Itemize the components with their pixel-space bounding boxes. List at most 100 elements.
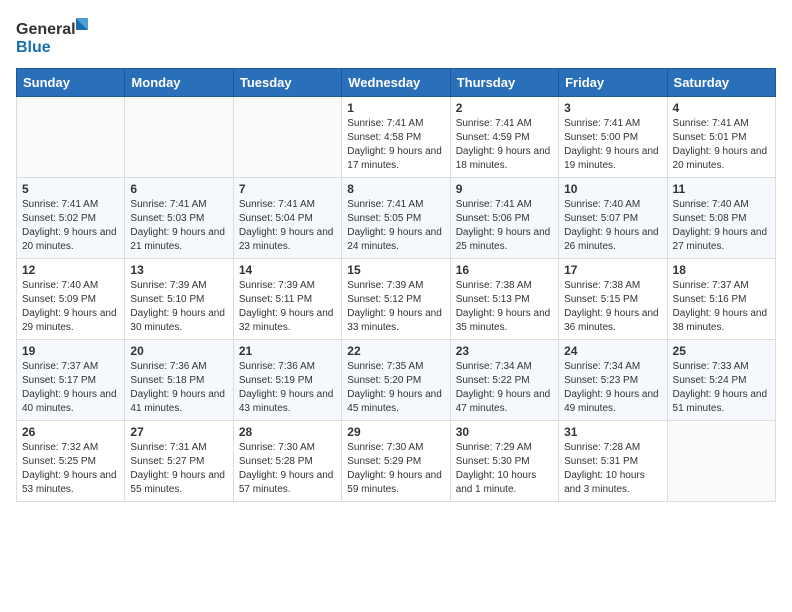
day-number: 27 [130,425,227,439]
day-number: 5 [22,182,119,196]
day-number: 9 [456,182,553,196]
day-info: Sunrise: 7:41 AMSunset: 5:06 PMDaylight:… [456,198,553,254]
calendar-cell [667,421,775,502]
day-number: 12 [22,263,119,277]
day-info: Sunrise: 7:41 AMSunset: 5:05 PMDaylight:… [347,198,444,254]
calendar-table: SundayMondayTuesdayWednesdayThursdayFrid… [16,68,776,502]
day-info: Sunrise: 7:41 AMSunset: 5:00 PMDaylight:… [564,117,661,173]
logo-icon: GeneralBlue [16,16,96,56]
day-info: Sunrise: 7:32 AMSunset: 5:25 PMDaylight:… [22,441,119,497]
day-info: Sunrise: 7:37 AMSunset: 5:16 PMDaylight:… [673,279,770,335]
calendar-week-5: 26 Sunrise: 7:32 AMSunset: 5:25 PMDayligh… [17,421,776,502]
calendar-cell: 19 Sunrise: 7:37 AMSunset: 5:17 PMDayligh… [17,340,125,421]
day-number: 11 [673,182,770,196]
calendar-cell: 25Sunrise: 7:33 AMSunset: 5:24 PMDayligh… [667,340,775,421]
day-number: 17 [564,263,661,277]
calendar-cell [233,97,341,178]
weekday-header-sunday: Sunday [17,69,125,97]
day-number: 23 [456,344,553,358]
svg-text:General: General [16,21,76,38]
weekday-header-tuesday: Tuesday [233,69,341,97]
weekday-header-row: SundayMondayTuesdayWednesdayThursdayFrid… [17,69,776,97]
day-number: 30 [456,425,553,439]
calendar-cell: 29 Sunrise: 7:30 AMSunset: 5:29 PMDayligh… [342,421,450,502]
calendar-cell: 2 Sunrise: 7:41 AMSunset: 4:59 PMDaylight… [450,97,558,178]
day-number: 16 [456,263,553,277]
day-number: 10 [564,182,661,196]
day-info: Sunrise: 7:37 AMSunset: 5:17 PMDaylight:… [22,360,119,416]
svg-text:Blue: Blue [16,39,51,56]
day-info: Sunrise: 7:41 AMSunset: 5:04 PMDaylight:… [239,198,336,254]
logo: GeneralBlue [16,16,96,56]
calendar-cell: 5 Sunrise: 7:41 AMSunset: 5:02 PMDaylight… [17,178,125,259]
day-info: Sunrise: 7:38 AMSunset: 5:13 PMDaylight:… [456,279,553,335]
day-number: 18 [673,263,770,277]
calendar-week-4: 19 Sunrise: 7:37 AMSunset: 5:17 PMDayligh… [17,340,776,421]
day-info: Sunrise: 7:41 AMSunset: 5:02 PMDaylight:… [22,198,119,254]
day-number: 24 [564,344,661,358]
calendar-cell [125,97,233,178]
calendar-cell [17,97,125,178]
calendar-cell: 20 Sunrise: 7:36 AMSunset: 5:18 PMDayligh… [125,340,233,421]
day-info: Sunrise: 7:34 AMSunset: 5:23 PMDaylight:… [564,360,661,416]
day-info: Sunrise: 7:38 AMSunset: 5:15 PMDaylight:… [564,279,661,335]
calendar-cell: 8 Sunrise: 7:41 AMSunset: 5:05 PMDaylight… [342,178,450,259]
day-info: Sunrise: 7:30 AMSunset: 5:29 PMDaylight:… [347,441,444,497]
calendar-cell: 11 Sunrise: 7:40 AMSunset: 5:08 PMDayligh… [667,178,775,259]
day-number: 4 [673,101,770,115]
calendar-cell: 22 Sunrise: 7:35 AMSunset: 5:20 PMDayligh… [342,340,450,421]
day-info: Sunrise: 7:41 AMSunset: 4:58 PMDaylight:… [347,117,444,173]
calendar-cell: 27 Sunrise: 7:31 AMSunset: 5:27 PMDayligh… [125,421,233,502]
day-info: Sunrise: 7:39 AMSunset: 5:10 PMDaylight:… [130,279,227,335]
day-number: 13 [130,263,227,277]
calendar-week-3: 12Sunrise: 7:40 AMSunset: 5:09 PMDayligh… [17,259,776,340]
day-number: 6 [130,182,227,196]
day-info: Sunrise: 7:41 AMSunset: 4:59 PMDaylight:… [456,117,553,173]
day-number: 1 [347,101,444,115]
calendar-cell: 18 Sunrise: 7:37 AMSunset: 5:16 PMDayligh… [667,259,775,340]
day-info: Sunrise: 7:39 AMSunset: 5:11 PMDaylight:… [239,279,336,335]
calendar-cell: 17 Sunrise: 7:38 AMSunset: 5:15 PMDayligh… [559,259,667,340]
day-number: 21 [239,344,336,358]
calendar-cell: 15Sunrise: 7:39 AMSunset: 5:12 PMDayligh… [342,259,450,340]
day-number: 29 [347,425,444,439]
calendar-cell: 12Sunrise: 7:40 AMSunset: 5:09 PMDayligh… [17,259,125,340]
calendar-cell: 21 Sunrise: 7:36 AMSunset: 5:19 PMDayligh… [233,340,341,421]
calendar-cell: 4 Sunrise: 7:41 AMSunset: 5:01 PMDaylight… [667,97,775,178]
day-number: 31 [564,425,661,439]
day-number: 8 [347,182,444,196]
day-info: Sunrise: 7:33 AMSunset: 5:24 PMDaylight:… [673,360,770,416]
day-number: 26 [22,425,119,439]
day-number: 14 [239,263,336,277]
day-number: 7 [239,182,336,196]
calendar-cell: 1 Sunrise: 7:41 AMSunset: 4:58 PMDaylight… [342,97,450,178]
page: GeneralBlue SundayMondayTuesdayWednesday… [0,0,792,518]
day-info: Sunrise: 7:30 AMSunset: 5:28 PMDaylight:… [239,441,336,497]
day-number: 28 [239,425,336,439]
calendar-week-1: 1 Sunrise: 7:41 AMSunset: 4:58 PMDaylight… [17,97,776,178]
day-info: Sunrise: 7:36 AMSunset: 5:18 PMDaylight:… [130,360,227,416]
day-number: 19 [22,344,119,358]
calendar-cell: 31Sunrise: 7:28 AMSunset: 5:31 PMDayligh… [559,421,667,502]
day-number: 20 [130,344,227,358]
day-number: 15 [347,263,444,277]
calendar-cell: 24 Sunrise: 7:34 AMSunset: 5:23 PMDayligh… [559,340,667,421]
day-info: Sunrise: 7:31 AMSunset: 5:27 PMDaylight:… [130,441,227,497]
calendar-cell: 10 Sunrise: 7:40 AMSunset: 5:07 PMDayligh… [559,178,667,259]
day-info: Sunrise: 7:40 AMSunset: 5:08 PMDaylight:… [673,198,770,254]
calendar-cell: 23 Sunrise: 7:34 AMSunset: 5:22 PMDayligh… [450,340,558,421]
day-info: Sunrise: 7:40 AMSunset: 5:07 PMDaylight:… [564,198,661,254]
day-number: 2 [456,101,553,115]
day-info: Sunrise: 7:34 AMSunset: 5:22 PMDaylight:… [456,360,553,416]
calendar-cell: 26 Sunrise: 7:32 AMSunset: 5:25 PMDayligh… [17,421,125,502]
day-info: Sunrise: 7:35 AMSunset: 5:20 PMDaylight:… [347,360,444,416]
calendar-cell: 9 Sunrise: 7:41 AMSunset: 5:06 PMDaylight… [450,178,558,259]
day-number: 22 [347,344,444,358]
day-info: Sunrise: 7:36 AMSunset: 5:19 PMDaylight:… [239,360,336,416]
day-info: Sunrise: 7:41 AMSunset: 5:01 PMDaylight:… [673,117,770,173]
calendar-week-2: 5 Sunrise: 7:41 AMSunset: 5:02 PMDaylight… [17,178,776,259]
calendar-cell: 3 Sunrise: 7:41 AMSunset: 5:00 PMDaylight… [559,97,667,178]
day-number: 3 [564,101,661,115]
weekday-header-saturday: Saturday [667,69,775,97]
calendar-cell: 16 Sunrise: 7:38 AMSunset: 5:13 PMDayligh… [450,259,558,340]
